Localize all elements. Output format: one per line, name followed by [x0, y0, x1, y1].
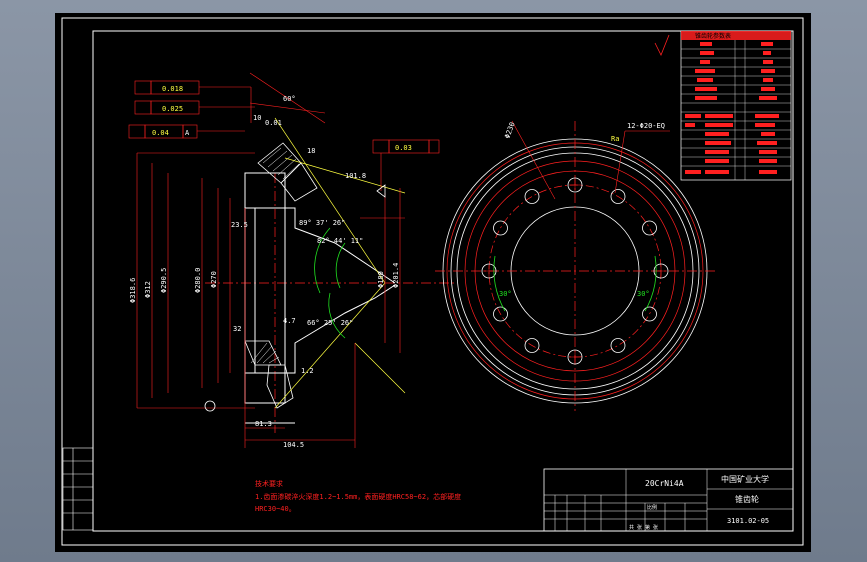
roughness-symbol	[654, 34, 670, 56]
tol-circ-value: 0.025	[162, 105, 183, 113]
front-centerlines	[435, 121, 715, 411]
param-table: 锥齿轮参数表	[680, 30, 792, 181]
deg-30-right: 30°	[637, 290, 650, 298]
dim-d-280: Φ280.0	[194, 268, 202, 293]
outer-border	[61, 17, 804, 546]
dim-angle-60: 60°	[283, 95, 296, 103]
drawing-number: 3101.02-05	[727, 517, 769, 525]
dim-angle-mid: 82° 44' 11"	[317, 237, 363, 245]
dim-d-318: Φ318.6	[129, 278, 137, 303]
dim-tooth-18: 18	[307, 147, 315, 155]
dimension-lines	[128, 72, 440, 448]
dim-d-180: Φ180	[377, 271, 385, 288]
material-label: 20CrNi4A	[645, 479, 684, 488]
dim-angle-top: 89° 37' 26"	[299, 219, 345, 227]
dim-104-5: 104.5	[283, 441, 304, 449]
hole-callout: 12-Φ20-EQ	[627, 122, 665, 130]
param-table-header: 锥齿轮参数表	[695, 32, 731, 40]
cad-drawing-sheet: 0.018 0.025 0.04 A 0.03 89° 37' 26" 82° …	[55, 13, 811, 552]
dim-small-12: 1.2	[301, 367, 314, 375]
school-name: 中国矿业大学	[721, 474, 769, 484]
deg-30-left: 30°	[499, 290, 512, 298]
dim-d-312: Φ312	[144, 281, 152, 298]
dim-cone-101: 101.8	[345, 172, 366, 180]
revision-strip	[62, 447, 94, 531]
section-view: 0.018 0.025 0.04 A 0.03 89° 37' 26" 82° …	[128, 72, 455, 449]
pitch-label: Φ230	[503, 121, 516, 140]
drawing-svg: 0.018 0.025 0.04 A 0.03 89° 37' 26" 82° …	[61, 17, 804, 546]
scale-label: 比例	[647, 504, 657, 511]
dim-d-290: Φ290.5	[160, 268, 168, 293]
sheet-label: 共 张 第 张	[629, 524, 658, 531]
dim-small-47: 4.7	[283, 317, 296, 325]
notes-title: 技术要求	[255, 479, 283, 488]
tooth-section-lower	[244, 340, 294, 409]
notes-line-1: 1.齿面渗碳淬火深度1.2~1.5mm，表面硬度HRC58~62，芯部硬度	[255, 492, 461, 501]
title-block: 20CrNi4A 中国矿业大学 锥齿轮 3101.02-05 比例 共 张 第 …	[543, 468, 794, 532]
dim-d-201: Φ201.4	[392, 263, 400, 288]
dim-small-32: 32	[233, 325, 241, 333]
dim-23-5: 23.5	[231, 221, 248, 229]
part-name: 锥齿轮	[735, 494, 759, 504]
tol-datum: A	[185, 129, 190, 137]
tol-runout-value: 0.018	[162, 85, 183, 93]
dim-81-3: 81.3	[255, 420, 272, 428]
front-view: 12-Φ20-EQ Φ230 30° 30° Ra	[435, 120, 715, 411]
dim-angle-low: 66° 25' 26"	[307, 319, 353, 327]
surface-label: Ra	[611, 135, 619, 143]
tol-flatness-value: 0.03	[395, 144, 412, 152]
dim-chamfer: 0.01	[265, 119, 282, 127]
dim-d-270: Φ270	[210, 271, 218, 288]
param-table-cells	[685, 42, 779, 174]
dim-tooth-10: 10	[253, 114, 261, 122]
notes-line-2: HRC30~40。	[255, 505, 296, 513]
tol-concentricity-value: 0.04	[152, 129, 169, 137]
technical-notes: 技术要求 1.齿面渗碳淬火深度1.2~1.5mm，表面硬度HRC58~62，芯部…	[255, 479, 461, 513]
